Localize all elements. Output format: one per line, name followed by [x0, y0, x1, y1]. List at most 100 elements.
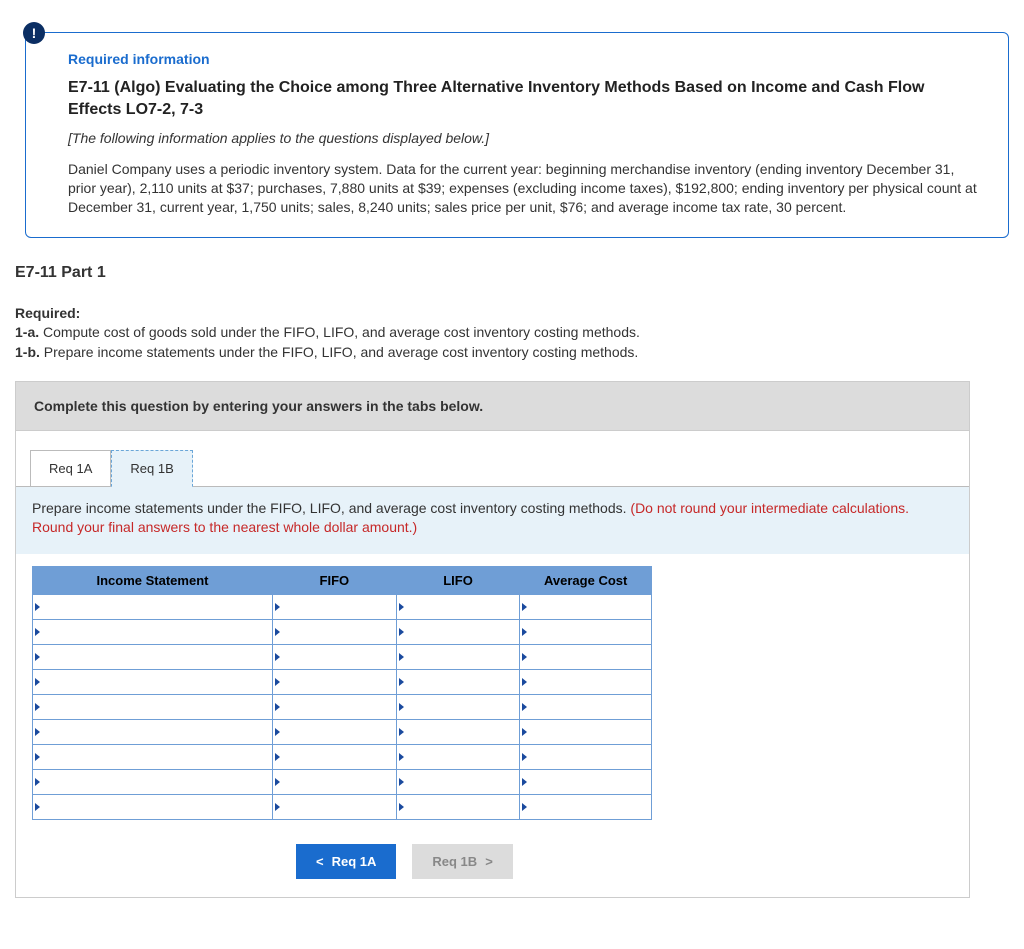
table-row — [33, 720, 652, 745]
req-1b-text: Prepare income statements under the FIFO… — [40, 344, 638, 360]
value-cell[interactable] — [520, 795, 652, 820]
answer-area: Complete this question by entering your … — [15, 381, 970, 899]
row-label-cell[interactable] — [33, 695, 273, 720]
dropdown-triangle-icon — [35, 753, 40, 761]
value-input[interactable] — [273, 670, 396, 694]
req-1b-label: 1-b. — [15, 344, 40, 360]
row-label-input[interactable] — [33, 770, 272, 794]
tab-content: Prepare income statements under the FIFO… — [16, 486, 969, 555]
value-input[interactable] — [273, 770, 396, 794]
next-button[interactable]: Req 1B > — [412, 844, 512, 879]
row-label-input[interactable] — [33, 645, 272, 669]
value-input[interactable] — [520, 795, 651, 819]
value-cell[interactable] — [396, 670, 520, 695]
value-input[interactable] — [520, 620, 651, 644]
col-income-statement: Income Statement — [33, 567, 273, 595]
row-label-cell[interactable] — [33, 795, 273, 820]
value-cell[interactable] — [520, 645, 652, 670]
prev-button-label: Req 1A — [332, 854, 377, 869]
value-input[interactable] — [520, 670, 651, 694]
directions-main: Prepare income statements under the FIFO… — [32, 500, 630, 516]
value-input[interactable] — [397, 670, 520, 694]
value-cell[interactable] — [396, 770, 520, 795]
value-cell[interactable] — [396, 745, 520, 770]
part-heading: E7-11 Part 1 — [15, 264, 1009, 282]
chevron-right-icon: > — [485, 854, 493, 869]
value-cell[interactable] — [273, 795, 397, 820]
value-input[interactable] — [273, 620, 396, 644]
row-label-input[interactable] — [33, 745, 272, 769]
value-input[interactable] — [520, 720, 651, 744]
value-cell[interactable] — [520, 595, 652, 620]
value-input[interactable] — [397, 745, 520, 769]
row-label-cell[interactable] — [33, 670, 273, 695]
dropdown-triangle-icon — [399, 753, 404, 761]
value-cell[interactable] — [273, 770, 397, 795]
value-input[interactable] — [273, 695, 396, 719]
value-input[interactable] — [397, 620, 520, 644]
value-input[interactable] — [273, 745, 396, 769]
value-cell[interactable] — [520, 770, 652, 795]
tab-req-1b[interactable]: Req 1B — [111, 450, 192, 487]
value-input[interactable] — [520, 645, 651, 669]
dropdown-triangle-icon — [275, 678, 280, 686]
value-input[interactable] — [273, 595, 396, 619]
value-input[interactable] — [273, 645, 396, 669]
value-cell[interactable] — [396, 695, 520, 720]
table-row — [33, 695, 652, 720]
value-cell[interactable] — [273, 595, 397, 620]
value-cell[interactable] — [396, 595, 520, 620]
row-label-input[interactable] — [33, 795, 272, 819]
value-input[interactable] — [520, 595, 651, 619]
value-cell[interactable] — [396, 620, 520, 645]
value-cell[interactable] — [396, 720, 520, 745]
value-input[interactable] — [520, 745, 651, 769]
row-label-input[interactable] — [33, 620, 272, 644]
row-label-cell[interactable] — [33, 645, 273, 670]
row-label-input[interactable] — [33, 695, 272, 719]
info-badge-icon: ! — [23, 22, 45, 44]
row-label-input[interactable] — [33, 595, 272, 619]
row-label-cell[interactable] — [33, 595, 273, 620]
dropdown-triangle-icon — [522, 678, 527, 686]
value-cell[interactable] — [273, 720, 397, 745]
row-label-cell[interactable] — [33, 620, 273, 645]
value-input[interactable] — [520, 770, 651, 794]
value-cell[interactable] — [520, 720, 652, 745]
tab-req-1a[interactable]: Req 1A — [30, 450, 111, 487]
dropdown-triangle-icon — [275, 778, 280, 786]
value-input[interactable] — [397, 695, 520, 719]
value-input[interactable] — [273, 795, 396, 819]
dropdown-triangle-icon — [399, 803, 404, 811]
dropdown-triangle-icon — [522, 753, 527, 761]
value-input[interactable] — [397, 720, 520, 744]
value-input[interactable] — [397, 770, 520, 794]
value-input[interactable] — [397, 645, 520, 669]
value-cell[interactable] — [273, 745, 397, 770]
prev-button[interactable]: < Req 1A — [296, 844, 396, 879]
value-input[interactable] — [520, 695, 651, 719]
value-cell[interactable] — [520, 745, 652, 770]
dropdown-triangle-icon — [35, 678, 40, 686]
value-cell[interactable] — [520, 620, 652, 645]
row-label-input[interactable] — [33, 670, 272, 694]
value-cell[interactable] — [273, 670, 397, 695]
dropdown-triangle-icon — [275, 803, 280, 811]
value-cell[interactable] — [520, 670, 652, 695]
value-cell[interactable] — [520, 695, 652, 720]
info-panel: Required information E7-11 (Algo) Evalua… — [25, 32, 1009, 238]
row-label-cell[interactable] — [33, 770, 273, 795]
value-cell[interactable] — [396, 645, 520, 670]
dropdown-triangle-icon — [275, 628, 280, 636]
dropdown-triangle-icon — [399, 678, 404, 686]
value-cell[interactable] — [396, 795, 520, 820]
value-cell[interactable] — [273, 620, 397, 645]
value-input[interactable] — [397, 595, 520, 619]
row-label-cell[interactable] — [33, 745, 273, 770]
value-cell[interactable] — [273, 695, 397, 720]
value-cell[interactable] — [273, 645, 397, 670]
row-label-cell[interactable] — [33, 720, 273, 745]
row-label-input[interactable] — [33, 720, 272, 744]
value-input[interactable] — [273, 720, 396, 744]
value-input[interactable] — [397, 795, 520, 819]
